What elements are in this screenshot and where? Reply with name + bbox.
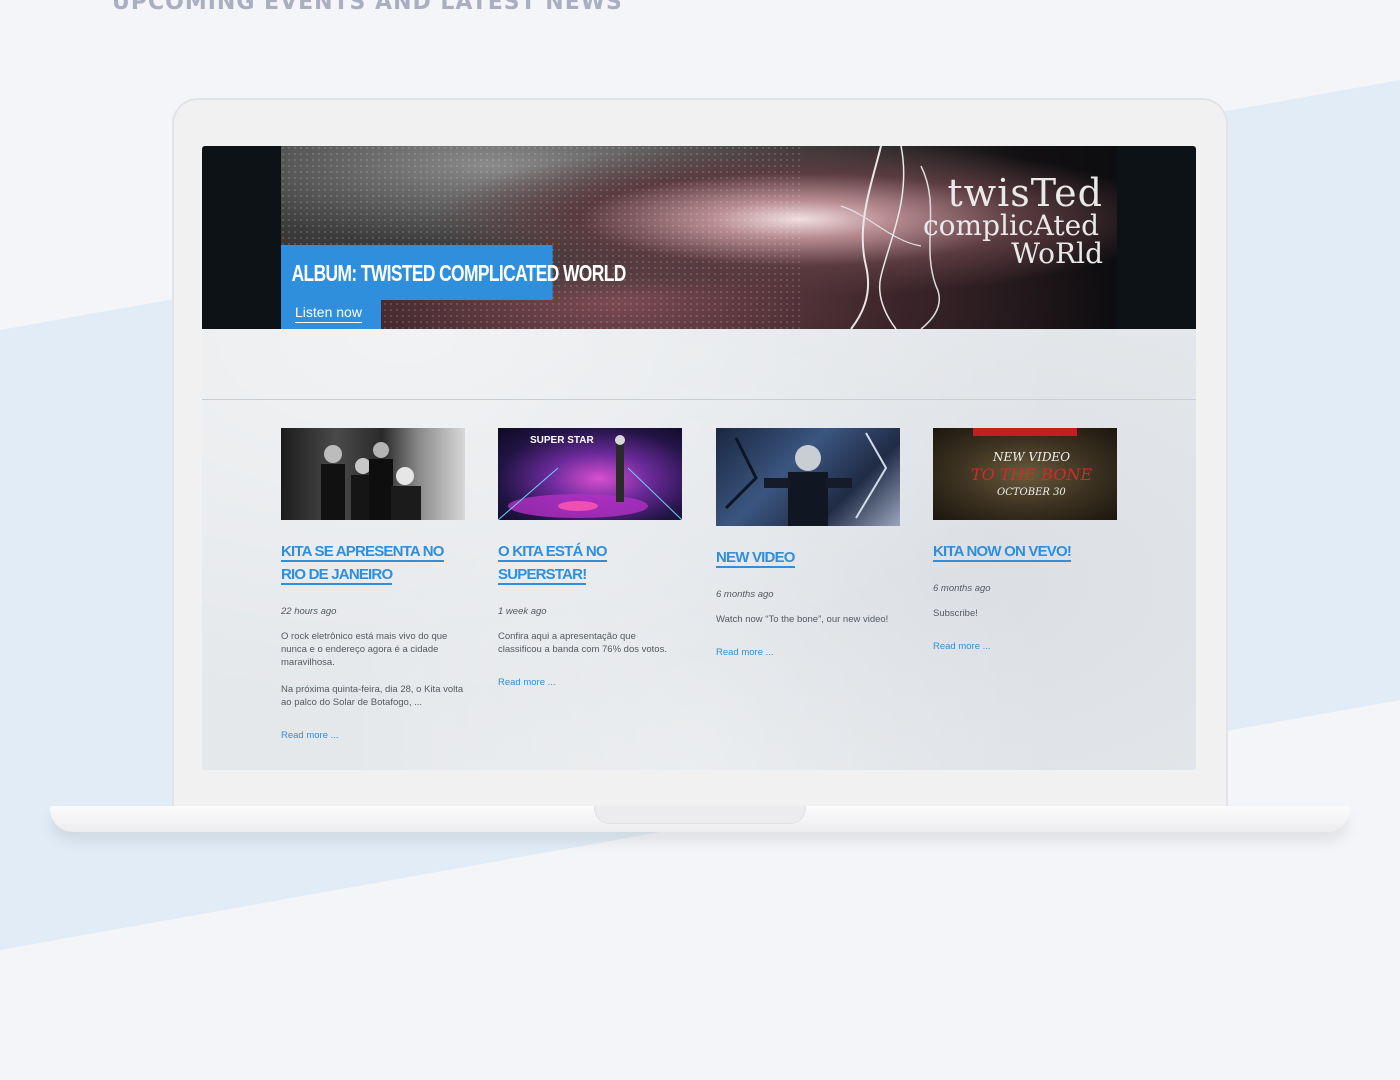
- news-title[interactable]: KITA SE APRESENTA NO RIO DE JANEIRO: [281, 543, 444, 585]
- news-date: 1 week ago: [498, 606, 547, 617]
- news-item: NEW VIDEO TO THE BONE OCTOBER 30 KITA NO…: [933, 428, 1117, 652]
- news-item: KITA SE APRESENTA NO RIO DE JANEIRO 22 h…: [281, 428, 465, 741]
- page-heading: UPCOMING EVENTS AND LATEST NEWS: [112, 0, 623, 15]
- news-item: NEW VIDEO 6 months ago Watch now “To the…: [716, 428, 900, 658]
- hero-title: ALBUM: TWISTED COMPLICATED WORLD: [281, 245, 626, 300]
- vevo-poster-line3: OCTOBER 30: [997, 487, 1066, 498]
- news-excerpt-paragraph: Watch now “To the bone”, our new video!: [716, 614, 889, 625]
- laptop-notch: [594, 806, 806, 824]
- news-title[interactable]: O KITA ESTÁ NO SUPERSTAR!: [498, 543, 608, 585]
- read-more-link[interactable]: Read more ...: [498, 677, 682, 688]
- news-title[interactable]: NEW VIDEO: [716, 549, 795, 568]
- read-more-link[interactable]: Read more ...: [933, 641, 1117, 652]
- vevo-poster-line2: TO THE BONE: [971, 465, 1092, 484]
- album-logo-line3: WoRld: [1011, 237, 1103, 270]
- hero-banner: twisTed complicAted WoRld ALBUM: TWISTED…: [202, 146, 1196, 329]
- news-date: 22 hours ago: [281, 606, 337, 617]
- news-excerpt-paragraph: Confira aqui a apresentação que classifi…: [498, 631, 667, 655]
- read-more-link[interactable]: Read more ...: [281, 730, 465, 741]
- superstar-stage: SUPER STAR: [498, 435, 682, 520]
- news-item: SUPER STAR O KITA ESTÁ NO SUPERSTAR! 1 w…: [498, 428, 682, 688]
- read-more-link[interactable]: Read more ...: [716, 647, 900, 658]
- hero-caption: ALBUM: TWISTED COMPLICATED WORLD Listen …: [281, 245, 640, 329]
- news-excerpt: O rock eletrônico está mais vivo do que …: [281, 630, 465, 709]
- vevo-poster-line1: NEW VIDEO: [992, 450, 1070, 464]
- superstar-logo-text: SUPER STAR: [530, 435, 594, 446]
- vevo-poster: NEW VIDEO TO THE BONE OCTOBER 30: [971, 428, 1092, 498]
- news-excerpt: Confira aqui a apresentação que classifi…: [498, 630, 682, 656]
- news-thumbnail[interactable]: [281, 428, 465, 520]
- album-logo-line2: complicAted: [923, 209, 1100, 242]
- album-logo-line1: twisTed: [947, 171, 1103, 215]
- listen-now-label: Listen now: [295, 304, 362, 323]
- section-divider: [202, 399, 1196, 400]
- news-title[interactable]: KITA NOW ON VEVO!: [933, 543, 1072, 562]
- news-excerpt-paragraph: O rock eletrônico está mais vivo do que …: [281, 631, 448, 668]
- band-photo: [321, 442, 421, 520]
- news-thumbnail[interactable]: NEW VIDEO TO THE BONE OCTOBER 30: [933, 428, 1117, 520]
- news-thumbnail[interactable]: SUPER STAR: [498, 428, 682, 520]
- news-excerpt: Subscribe!: [933, 607, 1117, 620]
- news-date: 6 months ago: [933, 583, 991, 594]
- news-thumbnail[interactable]: [716, 428, 900, 526]
- album-logo: twisTed complicAted WoRld: [923, 174, 1103, 268]
- news-excerpt-paragraph: Na próxima quinta-feira, dia 28, o Kita …: [281, 684, 464, 708]
- listen-now-button[interactable]: Listen now: [281, 300, 381, 329]
- news-excerpt: Watch now “To the bone”, our new video!: [716, 613, 900, 626]
- new-video-still: [724, 432, 888, 526]
- news-excerpt-paragraph: Subscribe!: [933, 608, 978, 619]
- laptop-screen: twisTed complicAted WoRld ALBUM: TWISTED…: [202, 146, 1196, 770]
- news-date: 6 months ago: [716, 589, 774, 600]
